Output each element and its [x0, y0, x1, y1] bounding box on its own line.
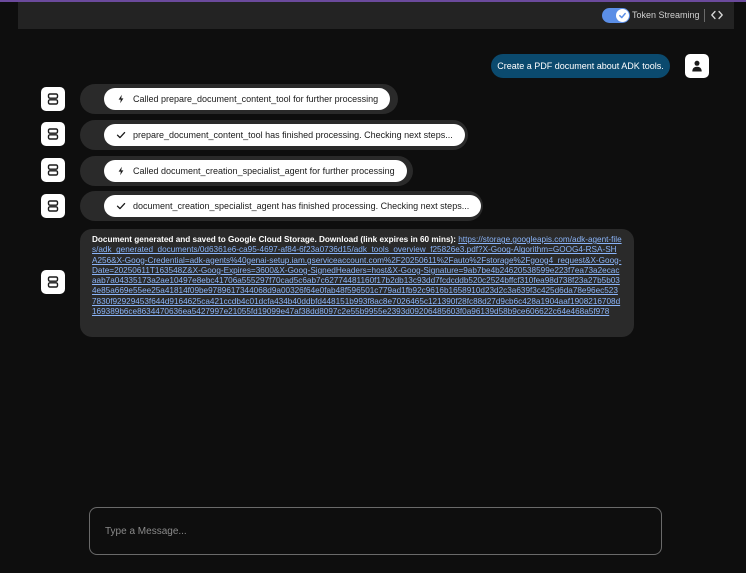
bot-icon: [47, 93, 59, 105]
header-divider: [704, 9, 705, 22]
event-text: Called prepare_document_content_tool for…: [133, 94, 379, 104]
toggle-knob: [616, 9, 629, 22]
event-chip[interactable]: document_creation_specialist_agent has f…: [104, 195, 482, 217]
token-streaming-label: Token Streaming: [632, 10, 700, 20]
event-bubble: document_creation_specialist_agent has f…: [80, 191, 483, 221]
bot-icon: [47, 200, 59, 212]
bot-icon: [47, 276, 59, 288]
bot-avatar: [41, 270, 65, 294]
event-chip[interactable]: prepare_document_content_tool has finish…: [104, 124, 465, 146]
user-avatar: [685, 54, 709, 78]
event-chip[interactable]: Called prepare_document_content_tool for…: [104, 88, 391, 110]
check-icon: [619, 12, 626, 19]
event-bubble: Called prepare_document_content_tool for…: [80, 84, 398, 114]
event-text: prepare_document_content_tool has finish…: [133, 130, 453, 140]
result-message: Document generated and saved to Google C…: [92, 235, 622, 317]
user-message-text: Create a PDF document about ADK tools.: [497, 61, 664, 71]
token-streaming-toggle[interactable]: [602, 8, 630, 23]
user-message-bubble: Create a PDF document about ADK tools.: [491, 54, 670, 78]
event-chip[interactable]: Called document_creation_specialist_agen…: [104, 160, 407, 182]
result-message-bubble: Document generated and saved to Google C…: [80, 229, 634, 337]
event-text: Called document_creation_specialist_agen…: [133, 166, 395, 176]
bot-icon: [47, 128, 59, 140]
bot-avatar: [41, 158, 65, 182]
bot-avatar: [41, 194, 65, 218]
top-bar: Token Streaming: [18, 2, 734, 29]
event-bubble: Called document_creation_specialist_agen…: [80, 156, 413, 186]
bolt-icon: [116, 166, 126, 176]
event-text: document_creation_specialist_agent has f…: [133, 201, 470, 211]
bot-avatar: [41, 87, 65, 111]
person-icon: [692, 60, 702, 72]
check-icon: [116, 201, 126, 211]
check-icon: [116, 130, 126, 140]
download-link[interactable]: https://storage.googleapis.com/adk-agent…: [92, 235, 622, 316]
bolt-icon: [116, 94, 126, 104]
bot-icon: [47, 164, 59, 176]
result-text: Document generated and saved to Google C…: [92, 235, 459, 244]
message-input-container: [89, 507, 662, 555]
event-bubble: prepare_document_content_tool has finish…: [80, 120, 468, 150]
code-brackets-icon[interactable]: [710, 8, 724, 22]
message-input[interactable]: [105, 522, 645, 540]
bot-avatar: [41, 122, 65, 146]
